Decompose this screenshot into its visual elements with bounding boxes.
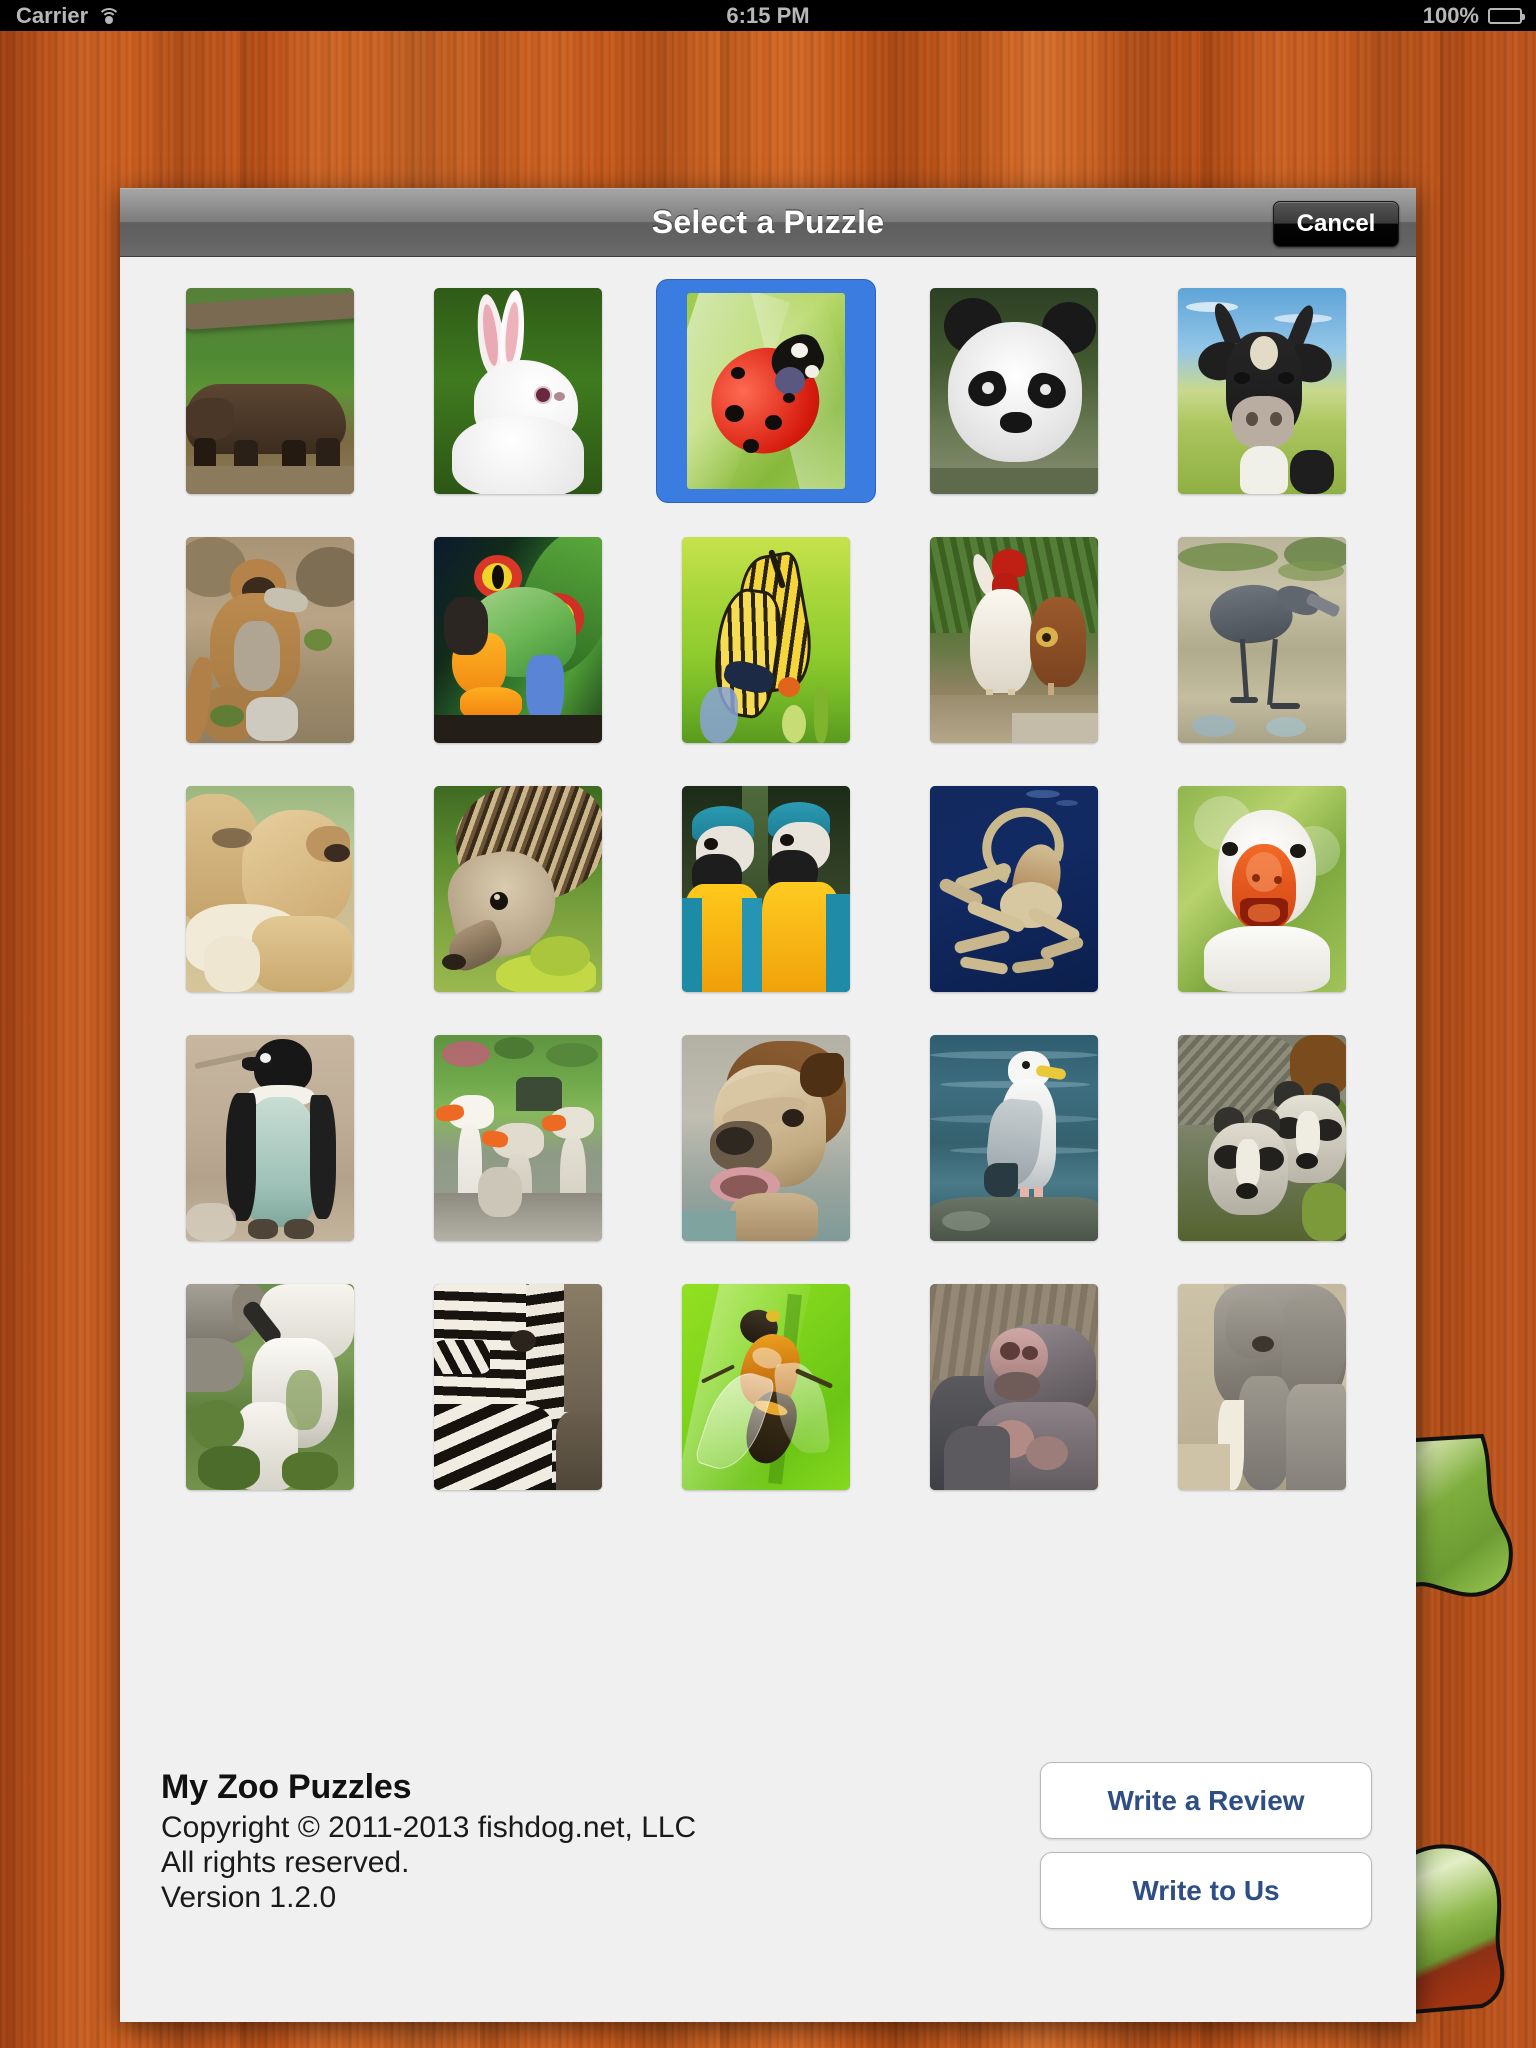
thumbnail-image-octopus bbox=[930, 786, 1098, 992]
clock-label: 6:15 PM bbox=[726, 2, 810, 28]
puzzle-thumb-penguin[interactable] bbox=[161, 1027, 379, 1249]
puzzle-thumb-bear[interactable] bbox=[161, 280, 379, 502]
thumbnail-image-panda bbox=[930, 288, 1098, 494]
thumbnail-image-cow bbox=[1178, 288, 1346, 494]
thumbnail-image-goose bbox=[1178, 786, 1346, 992]
thumbnail-image-hoverfly bbox=[682, 1284, 850, 1490]
puzzle-thumb-lions[interactable] bbox=[161, 778, 379, 1000]
page-title: Select a Puzzle bbox=[651, 204, 885, 240]
puzzle-thumb-bulldog[interactable] bbox=[657, 1027, 875, 1249]
thumbnail-image-macaws bbox=[682, 786, 850, 992]
write-to-us-button[interactable]: Write to Us bbox=[1040, 1852, 1372, 1929]
thumbnail-image-raccoons bbox=[1178, 1035, 1346, 1241]
app-root: Carrier 6:15 PM 100% Select a Puzzle Can… bbox=[0, 0, 1536, 2048]
thumbnail-image-lions bbox=[186, 786, 354, 992]
puzzle-thumb-chickens[interactable] bbox=[905, 529, 1123, 751]
puzzle-thumb-rabbit[interactable] bbox=[409, 280, 627, 502]
footer-actions: Write a Review Write to Us bbox=[1040, 1762, 1372, 1929]
thumbnail-image-bulldog bbox=[682, 1035, 850, 1241]
app-name-label: My Zoo Puzzles bbox=[161, 1768, 412, 1806]
puzzle-thumb-geese[interactable] bbox=[409, 1027, 627, 1249]
thumbnail-image-butterfly bbox=[682, 537, 850, 743]
cancel-button[interactable]: Cancel bbox=[1273, 201, 1399, 247]
thumbnail-image-frog bbox=[434, 537, 602, 743]
thumbnail-image-ladybug bbox=[687, 293, 845, 489]
thumbnail-image-hedgehog bbox=[434, 786, 602, 992]
modal-footer: My Zoo Puzzles Copyright © 2011-2013 fis… bbox=[120, 1746, 1416, 2022]
puzzle-thumb-monkey[interactable] bbox=[161, 529, 379, 751]
puzzle-thumb-hedgehog[interactable] bbox=[409, 778, 627, 1000]
puzzle-thumb-panda[interactable] bbox=[905, 280, 1123, 502]
puzzle-thumb-elephants[interactable] bbox=[1153, 1276, 1371, 1498]
puzzle-thumb-cow[interactable] bbox=[1153, 280, 1371, 502]
thumbnail-image-bear bbox=[186, 288, 354, 494]
puzzle-thumb-hoverfly[interactable] bbox=[657, 1276, 875, 1498]
puzzle-thumb-hippo[interactable] bbox=[905, 1276, 1123, 1498]
write-a-review-button[interactable]: Write a Review bbox=[1040, 1762, 1372, 1839]
status-bar: Carrier 6:15 PM 100% bbox=[0, 0, 1536, 31]
puzzle-thumb-heron[interactable] bbox=[1153, 529, 1371, 751]
puzzle-thumb-frog[interactable] bbox=[409, 529, 627, 751]
puzzle-thumb-raccoons[interactable] bbox=[1153, 1027, 1371, 1249]
about-block: My Zoo Puzzles Copyright © 2011-2013 fis… bbox=[161, 1768, 696, 1915]
modal-title-bar: Select a Puzzle Cancel bbox=[120, 188, 1416, 257]
puzzle-thumb-butterfly[interactable] bbox=[657, 529, 875, 751]
thumbnail-image-geese bbox=[434, 1035, 602, 1241]
puzzle-thumb-goat[interactable] bbox=[161, 1276, 379, 1498]
version-label: Version 1.2.0 bbox=[161, 1880, 337, 1914]
thumbnail-image-zebra bbox=[434, 1284, 602, 1490]
puzzle-grid-container bbox=[120, 257, 1416, 1746]
thumbnail-image-hippo bbox=[930, 1284, 1098, 1490]
rights-label: All rights reserved. bbox=[161, 1845, 410, 1879]
puzzle-thumb-seagull[interactable] bbox=[905, 1027, 1123, 1249]
battery-percent-label: 100% bbox=[1422, 2, 1479, 28]
thumbnail-image-goat bbox=[186, 1284, 354, 1490]
thumbnail-image-penguin bbox=[186, 1035, 354, 1241]
thumbnail-image-rabbit bbox=[434, 288, 602, 494]
puzzle-grid bbox=[120, 280, 1416, 1498]
thumbnail-image-elephants bbox=[1178, 1284, 1346, 1490]
puzzle-thumb-goose[interactable] bbox=[1153, 778, 1371, 1000]
puzzle-thumb-octopus[interactable] bbox=[905, 778, 1123, 1000]
copyright-label: Copyright © 2011-2013 fishdog.net, LLC bbox=[161, 1811, 697, 1844]
battery-full-icon bbox=[1488, 7, 1525, 24]
thumbnail-image-seagull bbox=[930, 1035, 1098, 1241]
thumbnail-image-monkey bbox=[186, 537, 354, 743]
thumbnail-image-heron bbox=[1178, 537, 1346, 743]
select-puzzle-modal: Select a Puzzle Cancel My Zoo Puzzles Co… bbox=[120, 188, 1416, 2022]
thumbnail-image-chickens bbox=[930, 537, 1098, 743]
puzzle-thumb-zebra[interactable] bbox=[409, 1276, 627, 1498]
puzzle-thumb-macaws[interactable] bbox=[657, 778, 875, 1000]
puzzle-thumb-ladybug[interactable] bbox=[657, 280, 875, 502]
